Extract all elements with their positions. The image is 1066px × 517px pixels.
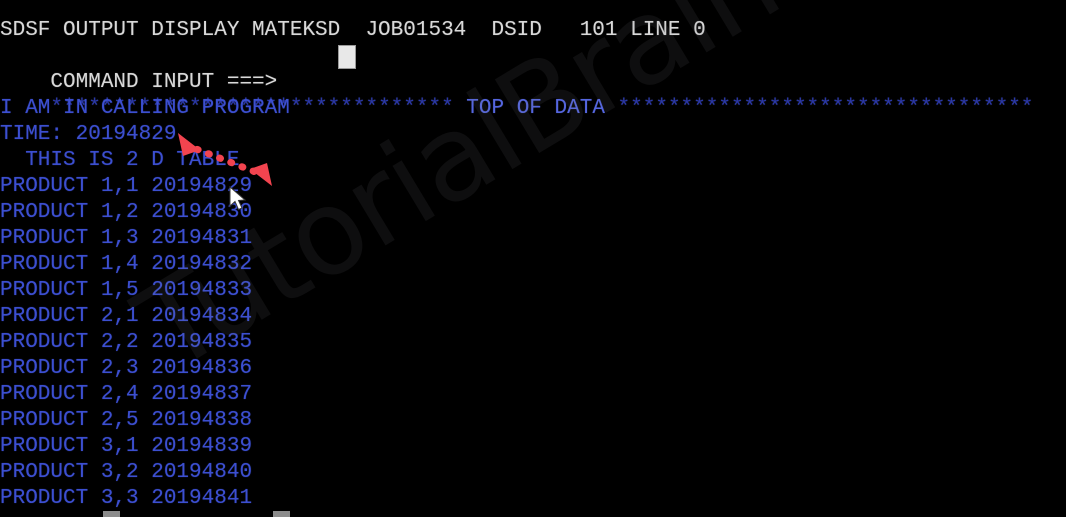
top-of-data-label: TOP OF DATA — [466, 97, 605, 120]
output-line: THIS IS 2 D TABLE — [0, 149, 240, 172]
command-input-cursor[interactable] — [338, 45, 356, 69]
stars-right: ********************************* — [617, 97, 1034, 120]
bottom-cutoff-stub-left — [103, 511, 120, 517]
output-line: PRODUCT 1,2 20194830 — [0, 201, 253, 224]
output-line: PRODUCT 2,5 20194838 — [0, 409, 253, 432]
output-line: PRODUCT 1,5 20194833 — [0, 279, 253, 302]
tutorialbrain-watermark: TutorialBrain — [114, 0, 910, 410]
output-line: PRODUCT 2,2 20194835 — [0, 331, 253, 354]
sdsf-title-line: SDSF OUTPUT DISPLAY MATEKSD JOB01534 DSI… — [0, 19, 706, 42]
output-line: PRODUCT 2,1 20194834 — [0, 305, 253, 328]
output-line: PRODUCT 3,1 20194839 — [0, 435, 253, 458]
terminal-screen: - - - - - - - - - - - - - - - - - - - - … — [0, 0, 1066, 517]
bottom-cutoff-stub-right — [273, 511, 290, 517]
output-line: PRODUCT 2,3 20194836 — [0, 357, 253, 380]
output-line: I AM IN CALLING PROGRAM — [0, 97, 290, 120]
output-line: PRODUCT 1,4 20194832 — [0, 253, 253, 276]
output-line: PRODUCT 1,3 20194831 — [0, 227, 253, 250]
output-line: PRODUCT 3,3 20194841 — [0, 487, 253, 510]
output-line: PRODUCT 2,4 20194837 — [0, 383, 253, 406]
top-divider-rule: - - - - - - - - - - - - - - - - - - - - … — [0, 0, 1066, 9]
output-line: TIME: 20194829 — [0, 123, 177, 146]
output-line: PRODUCT 3,2 20194840 — [0, 461, 253, 484]
output-line: PRODUCT 1,1 20194829 — [0, 175, 253, 198]
